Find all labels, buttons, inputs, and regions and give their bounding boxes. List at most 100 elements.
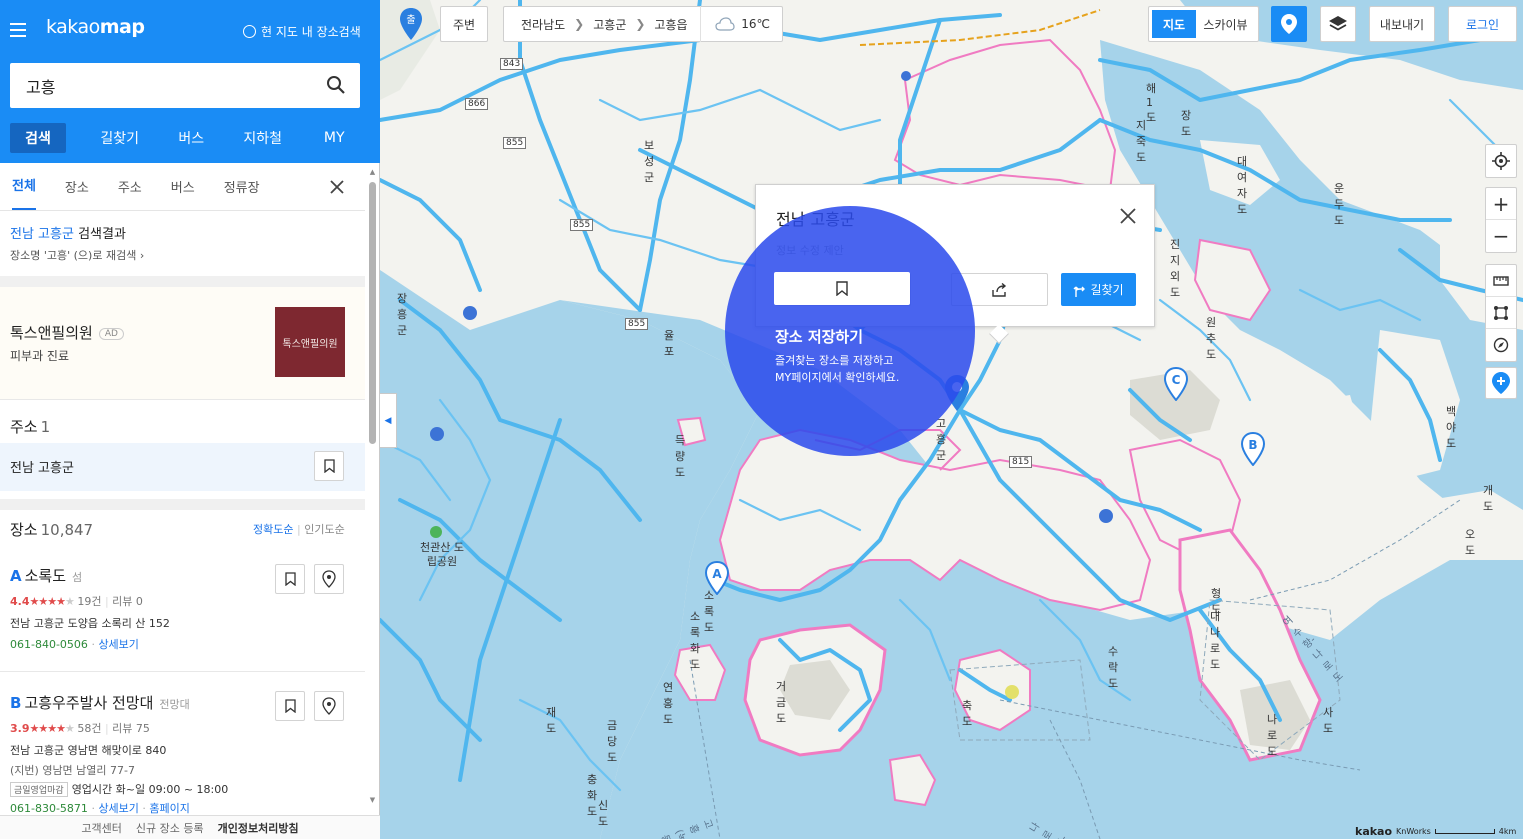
filter-place[interactable]: 장소	[65, 177, 89, 196]
search-panel: kakaomap 현 지도 내 장소검색 검색 길찾기 버스 지하철 MY 전체…	[0, 0, 380, 839]
place-phone[interactable]: 061-840-0506	[10, 638, 88, 651]
ad-thumbnail[interactable]: 톡스앤필의원	[275, 307, 345, 377]
results-scrollbar[interactable]: ▲ ▼	[368, 168, 377, 804]
place-name[interactable]: A 소록도 섬	[10, 565, 82, 586]
filter-all[interactable]: 전체	[12, 175, 36, 210]
selected-location-marker[interactable]	[944, 374, 970, 415]
marker-b[interactable]: B	[1240, 431, 1266, 469]
popup-title: 전남 고흥군	[776, 210, 855, 229]
search-icon[interactable]	[326, 75, 346, 95]
close-icon[interactable]	[1119, 207, 1137, 225]
re-search-link[interactable]: 장소명 '고흥' (으)로 재검색 ›	[10, 247, 144, 263]
save-address-button[interactable]	[314, 451, 344, 481]
my-location-pin-button[interactable]	[1271, 6, 1307, 42]
breadcrumb-town[interactable]: 고흥읍	[654, 16, 687, 33]
export-button[interactable]: 내보내기	[1369, 6, 1435, 42]
sort-accuracy[interactable]: 정확도순	[253, 523, 293, 536]
breadcrumb-county[interactable]: 고흥군	[593, 16, 626, 33]
address-result-item[interactable]: 전남 고흥군	[0, 443, 365, 491]
current-location-button[interactable]	[1486, 145, 1516, 177]
ruler-icon	[1493, 275, 1509, 286]
sort-popularity[interactable]: 인기도순	[304, 523, 344, 536]
start-point-button[interactable]: 출	[397, 6, 425, 42]
divider	[0, 499, 365, 510]
filter-stop[interactable]: 정류장	[224, 177, 260, 196]
register-place-link[interactable]: 신규 장소 등록	[136, 820, 204, 836]
map-label: 수락도	[1108, 645, 1119, 690]
route-button[interactable]: 길찾기	[1061, 273, 1136, 306]
map-label: 소록화도	[690, 610, 701, 671]
tab-search[interactable]: 검색	[10, 123, 66, 153]
ad-card[interactable]: 톡스앤필의원 AD 피부과 진료 톡스앤필의원	[0, 287, 365, 399]
collapse-panel-button[interactable]: ◀	[380, 393, 397, 448]
privacy-policy-link[interactable]: 개인정보처리방침	[218, 820, 299, 836]
menu-icon[interactable]	[10, 23, 26, 37]
filter-bus[interactable]: 버스	[171, 177, 195, 196]
search-in-view-toggle[interactable]: 현 지도 내 장소검색	[243, 23, 361, 40]
svg-text:A: A	[712, 567, 722, 581]
road-number: 866	[465, 98, 489, 110]
homepage-link[interactable]: 홈페이지	[149, 802, 189, 815]
marker-a[interactable]: A	[704, 560, 730, 598]
show-on-map-button[interactable]	[314, 564, 344, 594]
skyview-mode-button[interactable]: 스카이뷰	[1196, 10, 1255, 38]
list-item[interactable]: A 소록도 섬 4.4★★★★★ 19건 | 리뷰 0 전남 고흥군 도양읍 소록리…	[0, 564, 365, 665]
zoom-in-button[interactable]: +	[1486, 188, 1516, 220]
map-label: 개도	[1483, 484, 1494, 513]
map-label: 장흥군	[397, 292, 408, 337]
zoom-out-button[interactable]: −	[1486, 220, 1516, 252]
tab-my[interactable]: MY	[299, 123, 371, 153]
distance-tool-button[interactable]	[1486, 265, 1516, 297]
status-badge: 금일영업마감	[10, 782, 68, 797]
panel-footer: 고객센터 신규 장소 등록 개인정보처리방침	[0, 815, 380, 839]
review-count[interactable]: 리뷰 75	[112, 722, 150, 735]
detail-link[interactable]: 상세보기	[98, 802, 138, 815]
radius-tool-button[interactable]	[1486, 329, 1516, 361]
close-icon[interactable]	[330, 180, 344, 194]
nearby-button[interactable]: 주변	[440, 6, 488, 42]
layers-button[interactable]	[1320, 6, 1356, 42]
list-item[interactable]: B 고흥우주발사 전망대 전망대 3.9★★★★★ 58건 | 리뷰 75 전남 고…	[0, 691, 365, 815]
map-pin-icon	[322, 570, 336, 588]
login-button[interactable]: 로그인	[1448, 6, 1517, 42]
kakaomap-logo[interactable]: kakaomap	[46, 16, 145, 38]
ad-badge: AD	[98, 328, 124, 340]
area-tool-button[interactable]	[1486, 297, 1516, 329]
rating-score: 4.4	[10, 595, 30, 608]
scroll-up-icon[interactable]: ▲	[368, 168, 377, 176]
share-button[interactable]	[951, 273, 1048, 306]
place-address: 전남 고흥군 도양읍 소록리 산 152	[10, 617, 170, 630]
rating-count[interactable]: 19건	[77, 595, 101, 608]
filter-address[interactable]: 주소	[118, 177, 142, 196]
review-count[interactable]: 리뷰 0	[112, 595, 143, 608]
region-link[interactable]: 전남 고흥군	[10, 227, 74, 242]
area-icon	[1494, 305, 1508, 320]
chevron-right-icon: ❯	[574, 17, 585, 31]
breadcrumb-province[interactable]: 전라남도	[521, 16, 565, 33]
edit-suggestion-link[interactable]: 정보 수정 제안	[776, 242, 844, 258]
save-place-button[interactable]	[775, 273, 911, 306]
show-on-map-button[interactable]	[314, 691, 344, 721]
rating-count[interactable]: 58건	[77, 722, 101, 735]
scroll-down-icon[interactable]: ▼	[368, 796, 377, 804]
marker-c[interactable]: C	[1163, 366, 1189, 404]
save-place-button[interactable]	[275, 564, 305, 594]
panel-header: kakaomap 현 지도 내 장소검색 검색 길찾기 버스 지하철 MY	[0, 0, 380, 163]
chevron-right-icon: ❯	[635, 17, 646, 31]
save-place-button[interactable]	[275, 691, 305, 721]
scroll-thumb[interactable]	[369, 182, 376, 444]
place-name[interactable]: B 고흥우주발사 전망대 전망대	[10, 692, 190, 713]
ad-name[interactable]: 톡스앤필의원 AD	[10, 322, 124, 343]
rating-stars: ★★★★★	[30, 595, 75, 608]
map-mode-button[interactable]: 지도	[1152, 10, 1196, 38]
add-place-button[interactable]	[1485, 367, 1517, 399]
customer-center-link[interactable]: 고객센터	[81, 820, 121, 836]
search-input[interactable]	[10, 63, 310, 108]
place-phone[interactable]: 061-830-5871	[10, 802, 88, 815]
tab-bus[interactable]: 버스	[156, 123, 228, 153]
place-letter: B	[10, 694, 22, 712]
tab-subway[interactable]: 지하철	[227, 123, 299, 153]
place-address: 전남 고흥군 영남면 해맞이로 840	[10, 744, 167, 757]
tab-directions[interactable]: 길찾기	[84, 123, 156, 153]
detail-link[interactable]: 상세보기	[98, 638, 138, 651]
